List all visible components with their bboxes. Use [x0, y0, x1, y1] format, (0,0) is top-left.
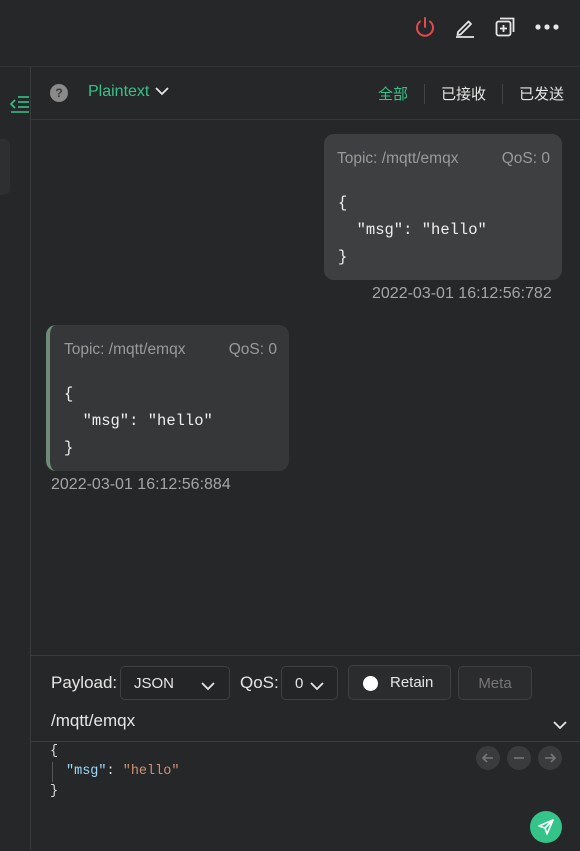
- message-qos: QoS: 0: [228, 341, 277, 358]
- json-value: "hello": [122, 764, 180, 779]
- filter-sent-tab[interactable]: 已发送: [503, 83, 580, 104]
- minus-icon: [514, 757, 524, 759]
- message-filter-tabs: 全部 已接收 已发送: [362, 67, 580, 120]
- editor-brace-close: }: [50, 784, 59, 799]
- json-key: "msg": [66, 764, 107, 779]
- publish-composer: Payload: JSON QoS: 0 Retain Meta /mqtt/e…: [31, 655, 580, 851]
- meta-button-label: Meta: [478, 674, 512, 692]
- chevron-down-icon: [201, 678, 215, 695]
- more-icon[interactable]: [532, 12, 562, 42]
- received-message-bubble[interactable]: Topic: /mqtt/emqx QoS: 0 { "msg": "hello…: [46, 325, 289, 471]
- message-topic: Topic: /mqtt/emqx: [64, 341, 186, 358]
- chevron-down-icon: [155, 83, 170, 101]
- history-next-button[interactable]: [538, 746, 562, 770]
- topic-row: /mqtt/emqx: [31, 708, 580, 742]
- qos-select[interactable]: 0: [281, 666, 338, 700]
- chevron-down-icon: [310, 678, 324, 695]
- sidebar-tab-handle[interactable]: [0, 139, 10, 195]
- meta-button[interactable]: Meta: [458, 666, 532, 700]
- filter-all-tab[interactable]: 全部: [362, 83, 424, 104]
- message-timestamp: 2022-03-01 16:12:56:782: [372, 285, 552, 302]
- payload-type-select[interactable]: JSON: [120, 666, 230, 700]
- help-icon[interactable]: ?: [50, 84, 68, 102]
- collapse-list-icon[interactable]: [9, 95, 30, 115]
- topic-input[interactable]: /mqtt/emqx: [51, 711, 135, 731]
- message-payload: { "msg": "hello" }: [64, 385, 213, 457]
- edit-icon[interactable]: [450, 12, 480, 42]
- retain-toggle[interactable]: Retain: [348, 665, 451, 700]
- qos-label: QoS:: [240, 673, 279, 692]
- message-topic: Topic: /mqtt/emqx: [337, 150, 459, 167]
- qos-value: 0: [295, 674, 304, 692]
- send-button[interactable]: [530, 811, 562, 843]
- message-qos: QoS: 0: [501, 150, 550, 167]
- payload-format-label: Plaintext: [88, 83, 150, 100]
- message-payload: { "msg": "hello" }: [338, 194, 487, 266]
- payload-type-value: JSON: [134, 674, 175, 692]
- payload-format-select[interactable]: Plaintext: [88, 83, 170, 101]
- message-toolbar: ? Plaintext 全部 已接收 已发送: [31, 67, 580, 120]
- arrow-right-icon: [545, 753, 556, 763]
- filter-received-tab[interactable]: 已接收: [425, 83, 502, 104]
- power-icon[interactable]: [410, 12, 440, 42]
- new-window-icon[interactable]: [490, 12, 520, 42]
- left-sidebar: [0, 67, 31, 850]
- send-icon: [538, 819, 554, 835]
- history-clear-button[interactable]: [507, 746, 531, 770]
- message-timestamp: 2022-03-01 16:12:56:884: [51, 476, 231, 493]
- window-header: [0, 0, 580, 67]
- radio-circle-icon: [363, 676, 378, 691]
- json-colon: :: [106, 764, 123, 779]
- payload-label: Payload:: [51, 673, 118, 692]
- chevron-down-icon[interactable]: [553, 717, 567, 735]
- sent-message-bubble[interactable]: Topic: /mqtt/emqx QoS: 0 { "msg": "hello…: [324, 134, 562, 280]
- arrow-left-icon: [482, 753, 493, 763]
- history-prev-button[interactable]: [476, 746, 500, 770]
- editor-brace-open: {: [50, 744, 59, 759]
- retain-label: Retain: [390, 674, 434, 691]
